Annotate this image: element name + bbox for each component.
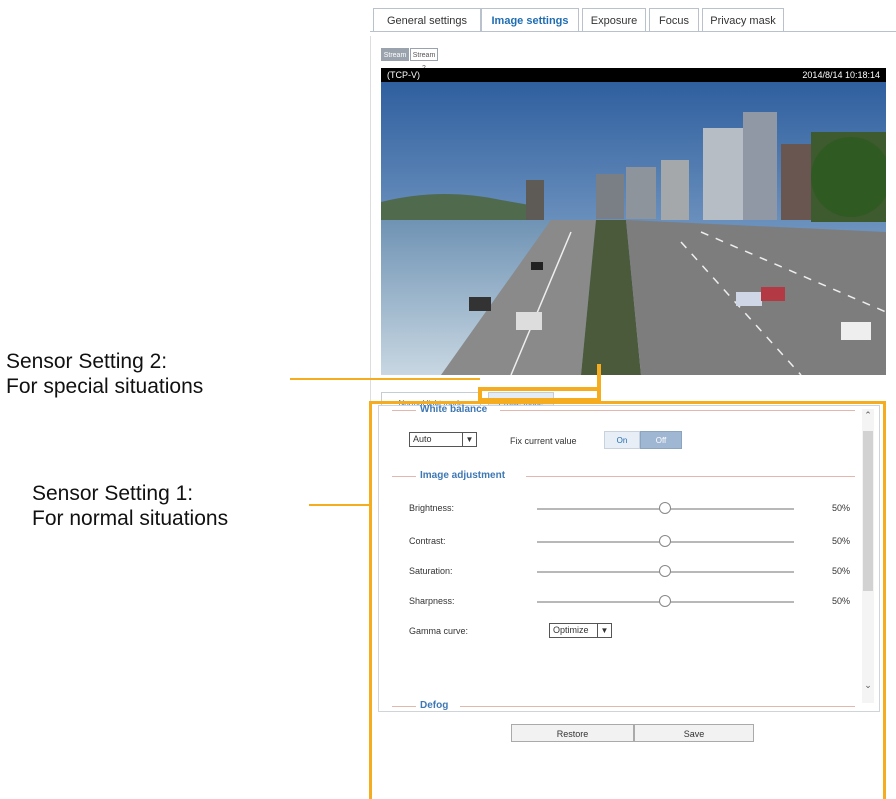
normal-mode-highlight-top [369,401,886,404]
image-adjustment-rule-left [392,476,416,477]
scroll-down-icon[interactable]: ⌄ [862,679,874,691]
gamma-curve-value: Optimize [553,625,589,635]
saturation-value: 50% [832,566,851,576]
white-balance-legend: White balance [420,404,488,415]
fix-off-button[interactable]: Off [640,431,682,449]
live-video-preview: (TCP-V) 2014/8/14 10:18:14 [381,68,886,375]
sensor1-title: Sensor Setting 1: [32,482,194,505]
stream-1-button[interactable]: Stream 1 [381,48,409,72]
sensor2-leader-line [290,378,480,380]
settings-scrollbar[interactable]: ⌃ ⌄ [862,409,874,703]
fix-current-value-label: Fix current value [510,436,577,446]
sharpness-label: Sharpness: [409,596,455,606]
white-balance-select[interactable]: Auto ▼ [409,432,477,447]
defog-legend: Defog [420,700,449,711]
tab-general-settings[interactable]: General settings [373,8,481,32]
tab-focus[interactable]: Focus [649,8,699,32]
defog-rule-right [460,706,855,707]
brightness-label: Brightness: [409,503,455,513]
sensor2-annotation: Sensor Setting 2: For special situations [6,349,203,399]
sharpness-slider-knob[interactable] [659,595,671,607]
video-overlay-bar: (TCP-V) 2014/8/14 10:18:14 [381,68,886,82]
stream-2-button[interactable]: Stream 2 [410,48,438,72]
sensor2-title: Sensor Setting 2: [6,350,168,373]
profile-mode-highlight-right [597,364,601,402]
saturation-slider-knob[interactable] [659,565,671,577]
sharpness-value: 50% [832,596,851,606]
sensor1-leader-line [309,504,369,506]
contrast-slider-knob[interactable] [659,535,671,547]
white-balance-value: Auto [413,434,432,444]
gamma-curve-select[interactable]: Optimize ▼ [549,623,612,638]
restore-button[interactable]: Restore [511,724,634,742]
sensor1-annotation: Sensor Setting 1: For normal situations [32,481,228,531]
tabs-divider [370,31,896,32]
scrollbar-thumb[interactable] [863,431,873,591]
connection-type: (TCP-V) [387,70,420,80]
fix-on-button[interactable]: On [604,431,640,449]
save-button[interactable]: Save [634,724,754,742]
white-balance-rule-right [500,410,855,411]
tab-exposure[interactable]: Exposure [582,8,646,32]
scroll-up-icon[interactable]: ⌃ [862,409,874,421]
city-highway-image [381,82,886,375]
tab-image-settings[interactable]: Image settings [481,8,579,32]
contrast-value: 50% [832,536,851,546]
profile-mode-highlight-top [478,387,601,391]
chevron-down-icon: ▼ [462,433,476,446]
image-settings-form [378,405,880,712]
saturation-label: Saturation: [409,566,453,576]
gamma-curve-label: Gamma curve: [409,626,469,636]
image-adjustment-legend: Image adjustment [420,470,506,481]
sensor2-description: For special situations [6,375,204,398]
normal-mode-highlight-right [883,401,886,799]
defog-rule-left [392,706,416,707]
brightness-slider-knob[interactable] [659,502,671,514]
sensor1-description: For normal situations [32,507,229,530]
white-balance-rule-left [392,410,416,411]
normal-mode-highlight-left [369,401,372,799]
tab-privacy-mask[interactable]: Privacy mask [702,8,784,32]
profile-mode-highlight-left [478,387,482,402]
brightness-value: 50% [832,503,851,513]
image-adjustment-rule-right [526,476,855,477]
contrast-label: Contrast: [409,536,446,546]
chevron-down-icon: ▼ [597,624,611,637]
video-timestamp: 2014/8/14 10:18:14 [802,70,880,80]
